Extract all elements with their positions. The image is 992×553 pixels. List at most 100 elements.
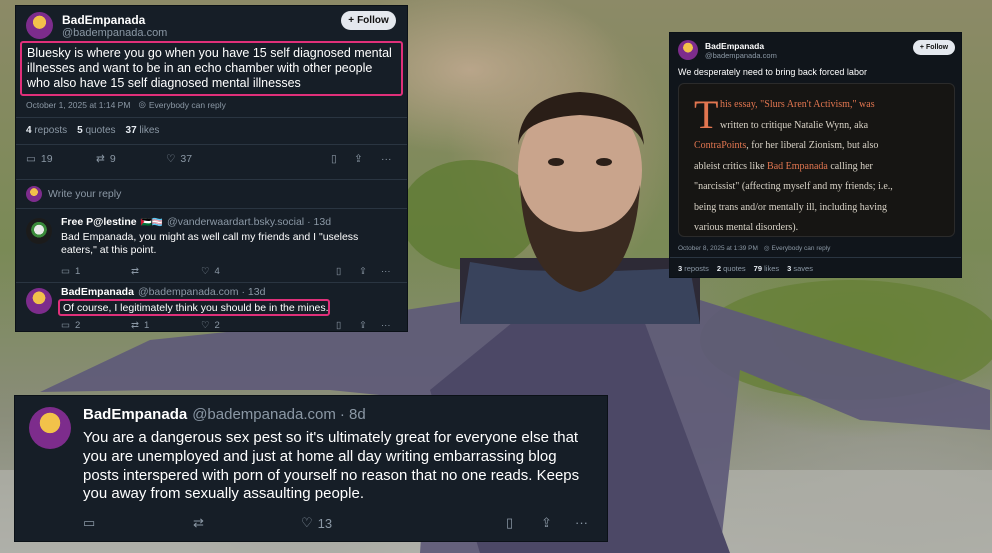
repost-icon: ⇄: [131, 320, 139, 331]
avatar[interactable]: [26, 12, 53, 39]
like-icon: ♡: [301, 515, 313, 530]
share-button[interactable]: ⇪: [541, 515, 552, 531]
essay-line: being trans and/or mentally ill, includi…: [694, 201, 888, 213]
more-button[interactable]: ···: [381, 320, 391, 331]
bookmark-button[interactable]: ▯: [336, 320, 341, 331]
reply-button[interactable]: ▭ 1: [61, 266, 80, 277]
display-name[interactable]: BadEmpanada: [705, 41, 777, 51]
like-button[interactable]: ♡ 2: [201, 320, 220, 331]
avatar[interactable]: [26, 288, 52, 314]
reposts-count[interactable]: 4 reposts: [26, 125, 67, 136]
avatar: [26, 186, 42, 202]
essay-link[interactable]: ContraPoints: [694, 140, 746, 151]
share-button[interactable]: ⇪: [354, 153, 363, 165]
display-name[interactable]: Free P@lestine: [61, 216, 137, 228]
post-timestamp: October 1, 2025 at 1:14 PM: [26, 99, 131, 110]
reply-icon: ▭: [61, 320, 70, 331]
share-icon: ⇪: [541, 515, 552, 530]
essay-line: his essay, "Slurs Aren't Activism," was: [720, 99, 875, 110]
essay-line: calling her: [827, 160, 873, 172]
user-handle[interactable]: @badempanada.com: [62, 27, 167, 39]
more-button[interactable]: ···: [381, 153, 392, 165]
reply-button[interactable]: ▭ 2: [61, 320, 80, 331]
share-icon: ⇪: [359, 320, 367, 331]
display-name[interactable]: BadEmpanada: [61, 286, 134, 298]
more-icon: ···: [381, 266, 391, 277]
reply-icon: ▭: [61, 266, 70, 277]
likes-count[interactable]: 37 likes: [126, 125, 160, 136]
bookmark-icon: ▯: [336, 266, 342, 277]
follow-label: Follow: [357, 15, 389, 26]
flag-emojis: 🇵🇸🏳️‍⚧️: [140, 216, 164, 227]
more-button[interactable]: ···: [575, 515, 588, 530]
repost-button[interactable]: ⇄ 9: [96, 153, 116, 165]
essay-line: written to critique Natalie Wynn, aka: [720, 119, 869, 131]
display-name[interactable]: BadEmpanada: [83, 406, 187, 423]
globe-icon: ◎: [763, 245, 770, 252]
follow-label: Follow: [925, 44, 949, 51]
reply-input[interactable]: Write your reply: [48, 188, 121, 200]
post-text: You are a dangerous sex pest so it's ult…: [83, 429, 580, 503]
reply-text-highlight: Of course, I legitimately think you shou…: [58, 299, 330, 316]
bookmark-button[interactable]: ▯: [336, 266, 341, 277]
repost-icon: ⇄: [96, 153, 105, 165]
quotes-count[interactable]: 5 quotes: [77, 125, 115, 136]
reply-icon: ▭: [83, 515, 96, 530]
bookmark-icon: ▯: [506, 515, 514, 530]
reply-item[interactable]: Free P@lestine 🇵🇸🏳️‍⚧️ @vanderwaardart.b…: [16, 211, 407, 281]
share-icon: ⇪: [359, 266, 367, 277]
share-button[interactable]: ⇪: [359, 266, 367, 277]
reply-audience[interactable]: Everybody can reply: [149, 100, 226, 110]
reply-item[interactable]: BadEmpanada @badempanada.com · 13d Of co…: [16, 283, 407, 333]
essay-line: "narcissist" (affecting myself and my fr…: [694, 181, 893, 192]
quotes-count[interactable]: 2 quotes: [717, 264, 746, 273]
bookmark-icon: ▯: [336, 320, 342, 331]
reply-button[interactable]: ▭: [83, 515, 95, 531]
more-button[interactable]: ···: [381, 266, 391, 277]
essay-line: , for her liberal Zionism, but also: [746, 140, 879, 151]
globe-icon: ◎: [138, 99, 146, 109]
avatar[interactable]: [26, 218, 52, 244]
avatar[interactable]: [678, 40, 698, 60]
reply-post-panel[interactable]: BadEmpanada @badempanada.com · 8d You ar…: [14, 395, 608, 542]
user-handle[interactable]: @badempanada.com: [705, 51, 777, 60]
like-button[interactable]: ♡ 13: [301, 515, 332, 531]
display-name[interactable]: BadEmpanada: [62, 13, 167, 27]
repost-button[interactable]: ⇄: [193, 515, 204, 531]
reply-text: Of course, I legitimately think you shou…: [63, 302, 329, 314]
like-icon: ♡: [201, 320, 210, 331]
post-text: We desperately need to bring back forced…: [678, 67, 867, 77]
reply-text: Bad Empanada, you might as well call my …: [61, 231, 359, 256]
share-button[interactable]: ⇪: [359, 320, 367, 331]
user-handle[interactable]: @badempanada.com: [192, 406, 336, 423]
plus-icon: +: [919, 44, 924, 51]
avatar[interactable]: [29, 407, 71, 449]
user-handle[interactable]: @vanderwaardart.bsky.social: [167, 216, 304, 228]
like-button[interactable]: ♡ 37: [166, 153, 192, 165]
reposts-count[interactable]: 3 reposts: [678, 264, 709, 273]
post-timestamp: October 8, 2025 at 1:39 PM: [678, 244, 758, 252]
repost-button[interactable]: ⇄: [131, 266, 139, 277]
essay-line: various mental disorders).: [694, 222, 799, 233]
reply-button[interactable]: ▭ 19: [26, 153, 53, 165]
likes-count[interactable]: 79 likes: [754, 264, 779, 273]
follow-button[interactable]: + Follow: [341, 11, 396, 30]
bookmark-button[interactable]: ▯: [506, 515, 513, 531]
like-button[interactable]: ♡ 4: [201, 266, 220, 277]
repost-button[interactable]: ⇄ 1: [131, 320, 149, 331]
essay-line: ableist critics like: [694, 160, 768, 172]
bookmark-button[interactable]: ▯: [331, 153, 337, 165]
drop-cap: T: [694, 92, 719, 137]
reply-audience[interactable]: Everybody can reply: [772, 245, 831, 252]
reply-composer[interactable]: Write your reply: [26, 186, 121, 202]
more-icon: ···: [381, 320, 391, 331]
thread-panel: BadEmpanada @badempanada.com + Follow Bl…: [15, 5, 408, 332]
user-handle[interactable]: @badempanada.com: [138, 286, 239, 298]
essay-link[interactable]: Bad Empanada: [767, 161, 828, 172]
repost-icon: ⇄: [131, 266, 139, 277]
reply-icon: ▭: [26, 153, 36, 165]
saves-count[interactable]: 3 saves: [787, 264, 813, 273]
more-icon: ···: [381, 153, 392, 165]
follow-button[interactable]: + Follow: [913, 40, 955, 55]
plus-icon: +: [348, 15, 355, 26]
